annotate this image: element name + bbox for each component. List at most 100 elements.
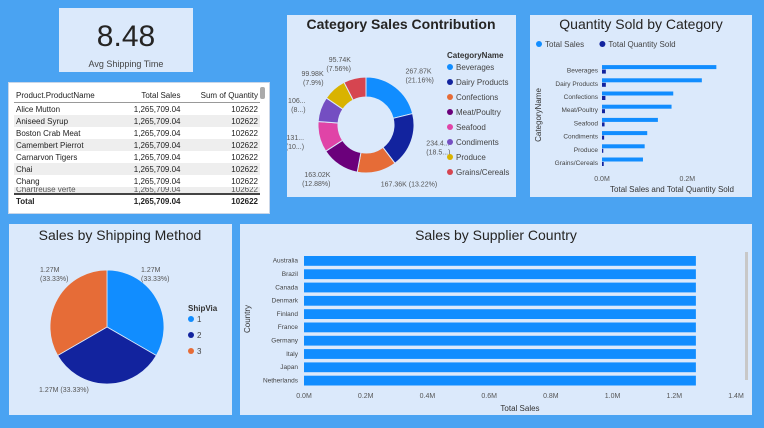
table-row[interactable]: Boston Crab Meat 1,265,709.04 102622 — [14, 127, 260, 139]
legend-item-dairy-products[interactable]: Dairy Products — [456, 78, 508, 87]
category-donut-chart[interactable]: Category Sales Contribution 267.87K (21.1… — [286, 15, 516, 197]
data-label-percent: (18.5...) — [426, 149, 450, 156]
bar-canada[interactable] — [304, 282, 696, 293]
bar-total-quantity-sold-confections[interactable] — [602, 96, 606, 100]
bar-total-quantity-sold-beverages[interactable] — [602, 69, 606, 74]
shipping-pie-chart[interactable]: Sales by Shipping Method 1.27M (33.33%) 1.… — [9, 224, 232, 415]
cell-quantity: 102622 — [231, 128, 258, 138]
bar-total-sales-seafood[interactable] — [602, 117, 658, 122]
cell-sales: 1,265,709.04 — [133, 176, 181, 186]
bar-total-sales-grains-cereals[interactable] — [602, 157, 643, 162]
legend-marker — [447, 94, 453, 100]
legend-item-grains-cereals[interactable]: Grains/Cereals — [456, 168, 509, 177]
bar-total-sales-beverages[interactable] — [602, 65, 717, 70]
legend-item-1[interactable]: 1 — [197, 315, 202, 324]
y-tick-label: Finland — [277, 311, 299, 318]
table-row[interactable]: Aniseed Syrup 1,265,709.04 102622 — [14, 115, 260, 127]
data-label-percent: (21.16%) — [405, 78, 433, 85]
cell-sales: 1,265,709.04 — [118, 163, 183, 175]
quantity-bar-chart[interactable]: Quantity Sold by Category Total Sales Tot… — [530, 15, 752, 197]
legend-item-condiments[interactable]: Condiments — [456, 138, 499, 147]
bar-brazil[interactable] — [304, 269, 696, 280]
table-row[interactable]: Chai 1,265,709.04 102622 — [14, 163, 260, 175]
data-label: 234.4... — [426, 140, 449, 147]
bar-italy[interactable] — [304, 349, 696, 359]
y-tick-label: Condiments — [563, 134, 598, 141]
bar-france[interactable] — [304, 322, 696, 333]
bar-total-sales-meat-poultry[interactable] — [602, 104, 672, 109]
data-label: 1.27M — [141, 267, 161, 274]
cell-sales: 1,265,709.04 — [133, 104, 181, 114]
table-row[interactable]: Chartreuse verte 1,265,709.04 102622 — [14, 187, 260, 194]
data-label: 267.87K — [405, 69, 431, 76]
bar-total-quantity-sold-grains-cereals[interactable] — [602, 162, 604, 166]
legend-item-total-sales[interactable]: Total Sales — [545, 40, 584, 49]
bar-total-quantity-sold-seafood[interactable] — [602, 122, 605, 127]
y-tick-label: France — [278, 324, 299, 331]
table-scrollbar[interactable] — [260, 87, 265, 99]
x-tick-label: 0.0M — [594, 176, 610, 183]
bar-finland[interactable] — [304, 309, 696, 319]
table-row[interactable]: Alice Mutton 1,265,709.04 102622 — [14, 103, 260, 116]
y-tick-label: Japan — [280, 364, 298, 371]
legend-item-meat-poultry[interactable]: Meat/Poultry — [456, 108, 501, 117]
cell-quantity: 102622 — [182, 187, 260, 194]
bar-total-sales-dairy-products[interactable] — [602, 78, 702, 83]
supplier-country-bar-chart[interactable]: Sales by Supplier Country Country Austra… — [240, 224, 752, 415]
legend-marker — [188, 316, 194, 322]
y-tick-label: Grains/Cereals — [555, 160, 599, 167]
legend-marker — [447, 109, 453, 115]
x-tick-label: 0.2M — [358, 393, 374, 400]
bar-total-quantity-sold-condiments[interactable] — [602, 135, 605, 140]
bar-total-quantity-sold-dairy-products[interactable] — [602, 82, 606, 87]
bar-total-sales-confections[interactable] — [602, 91, 674, 96]
table-row[interactable]: Chang 1,265,709.04 102622 — [14, 175, 260, 187]
legend-item-3[interactable]: 3 — [197, 347, 202, 356]
column-header-product[interactable]: Product.ProductName — [14, 88, 119, 103]
column-header-quantity[interactable]: Sum of Quantity — [182, 88, 260, 103]
legend-item-total-quantity-sold[interactable]: Total Quantity Sold — [608, 40, 675, 49]
table-row[interactable]: Carnarvon Tigers 1,265,709.04 102622 — [14, 151, 260, 163]
product-table[interactable]: Product.ProductName Total Sales Sum of Q… — [8, 82, 270, 214]
column-header-total-sales[interactable]: Total Sales — [118, 88, 183, 103]
data-label: 167.36K (13.22%) — [381, 181, 437, 188]
legend-marker — [188, 348, 194, 354]
bar-total-quantity-sold-meat-poultry[interactable] — [602, 109, 605, 114]
x-tick-label: 1.2M — [667, 393, 683, 400]
data-label: 163.02K — [304, 172, 330, 179]
legend-item-2[interactable]: 2 — [197, 331, 202, 340]
supplier-country-card: Sales by Supplier Country Country Austra… — [240, 224, 752, 415]
y-tick-label: Meat/Poultry — [562, 107, 599, 114]
bar-denmark[interactable] — [304, 295, 696, 306]
bar-total-quantity-sold-produce[interactable] — [602, 148, 604, 153]
y-tick-label: Confections — [564, 94, 599, 101]
y-tick-label: Netherlands — [263, 377, 299, 384]
bar-total-sales-condiments[interactable] — [602, 131, 648, 136]
bar-netherlands[interactable] — [304, 375, 696, 386]
legend-item-confections[interactable]: Confections — [456, 93, 498, 102]
bar-germany[interactable] — [304, 335, 696, 346]
total-label: Total — [14, 193, 119, 208]
legend-item-beverages[interactable]: Beverages — [456, 63, 494, 72]
x-tick-label: 0.4M — [420, 393, 436, 400]
y-tick-label: Germany — [271, 337, 298, 344]
cell-product: Boston Crab Meat — [16, 128, 81, 138]
shipping-method-pie-card: Sales by Shipping Method 1.27M (33.33%) 1.… — [9, 224, 232, 415]
bar-australia[interactable] — [304, 256, 696, 266]
avg-shipping-time-card: 8.48 Avg Shipping Time — [59, 8, 193, 72]
chart-scrollbar[interactable] — [745, 252, 748, 380]
kpi-label: Avg Shipping Time — [88, 59, 164, 69]
y-tick-label: Dairy Products — [555, 81, 598, 88]
legend-item-seafood[interactable]: Seafood — [456, 123, 486, 132]
bar-japan[interactable] — [304, 362, 696, 373]
legend-marker — [447, 139, 453, 145]
legend-marker — [599, 41, 606, 47]
legend-item-produce[interactable]: Produce — [456, 153, 486, 162]
table-row[interactable]: Camembert Pierrot 1,265,709.04 102622 — [14, 139, 260, 151]
cell-sales: 1,265,709.04 — [133, 152, 181, 162]
y-tick-label: Canada — [275, 284, 298, 291]
cell-sales: 1,265,709.04 — [118, 139, 183, 151]
data-label-percent: (33.33%) — [40, 276, 68, 283]
bar-total-sales-produce[interactable] — [602, 144, 645, 149]
x-axis-title: Total Sales — [500, 404, 539, 413]
